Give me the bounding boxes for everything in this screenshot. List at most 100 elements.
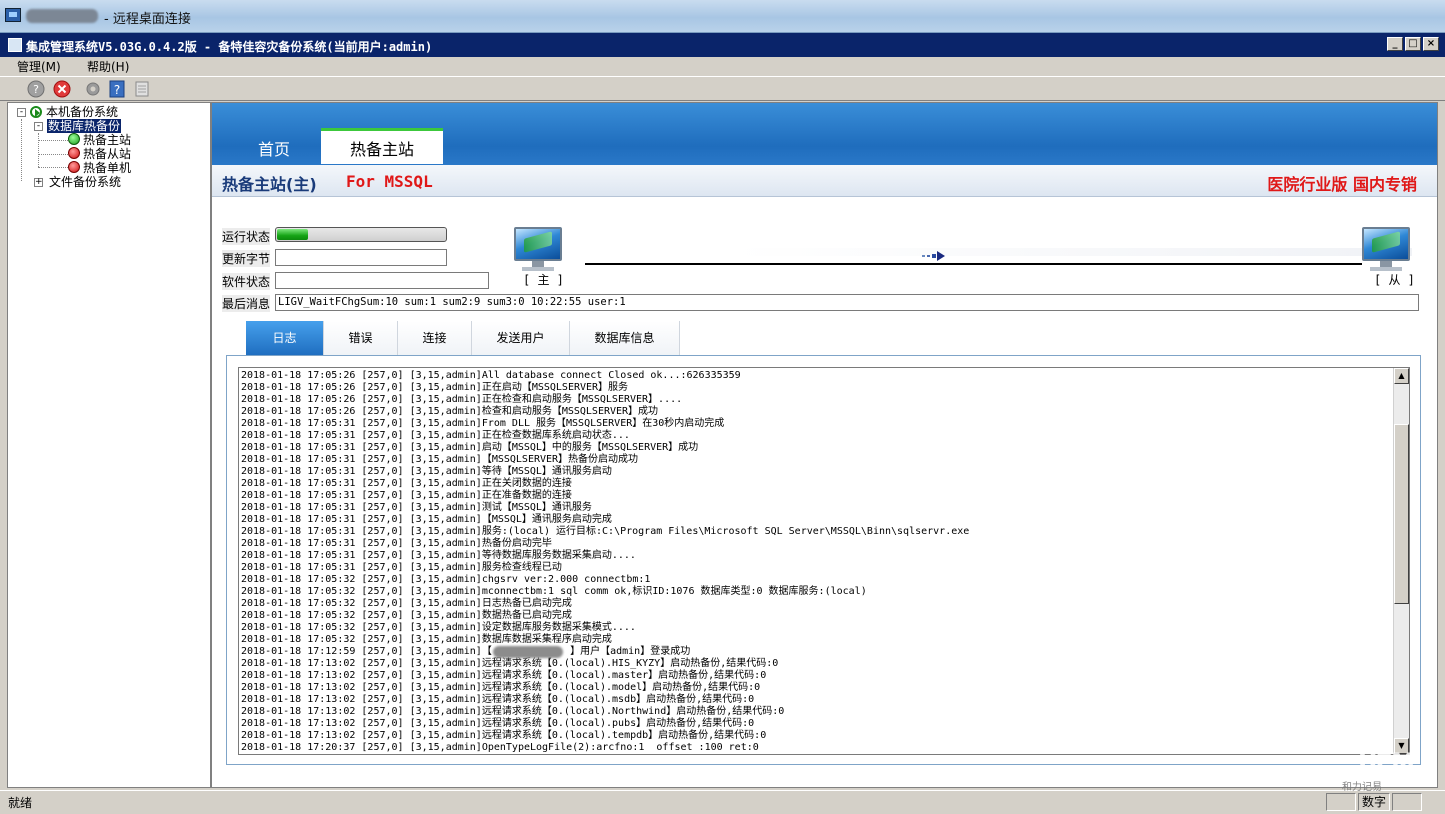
status-green-icon [68,133,80,145]
document-icon[interactable] [133,80,151,98]
slave-label: [ 从 ] [1374,273,1415,287]
status-bar: 就绪 数字 [0,790,1445,814]
log-line: 2018-01-18 17:05:31 [257,0] [3,15,admin]… [241,442,699,453]
link-line [585,263,1362,265]
run-status-progress-fill [277,229,308,240]
bytes-field [275,249,447,266]
tree-item-hot-master[interactable]: 热备主站 [83,133,131,147]
log-line: 2018-01-18 17:05:32 [257,0] [3,15,admin]… [241,622,636,633]
log-line: 2018-01-18 17:13:02 [257,0] [3,15,admin]… [241,658,779,669]
page-subtitle: For MSSQL [346,172,433,191]
page-header: 热备主站(主) For MSSQL 医院行业版 国内专销 [212,165,1437,197]
tab-send-users[interactable]: 发送用户 [472,321,570,355]
play-icon [30,106,42,118]
status-panel-empty [1392,793,1422,811]
menu-help[interactable]: 帮助(H) [87,58,129,75]
edition-label: 医院行业版 国内专销 [1267,175,1417,194]
tab-db-info[interactable]: 数据库信息 [570,321,680,355]
log-line: 2018-01-18 17:05:26 [257,0] [3,15,admin]… [241,370,741,381]
log-line: 2018-01-18 17:13:02 [257,0] [3,15,admin]… [241,730,767,741]
log-line: 2018-01-18 17:05:26 [257,0] [3,15,admin]… [241,406,659,417]
remote-desktop-icon [5,8,21,22]
tree-item-local-backup[interactable]: 本机备份系统 [46,105,118,119]
tree-expander-db[interactable]: - [34,122,43,131]
log-line: 2018-01-18 17:05:32 [257,0] [3,15,admin]… [241,574,651,585]
run-status-label: 运行状态 [222,228,271,245]
log-line: 2018-01-18 17:13:02 [257,0] [3,15,admin]… [241,718,755,729]
log-line: 2018-01-18 17:13:02 [257,0] [3,15,admin]… [241,670,767,681]
close-icon[interactable] [53,80,71,98]
slave-monitor-icon [1360,227,1412,271]
rdp-title-bar: - 远程桌面连接 [0,0,1445,33]
tree-expander-file[interactable]: + [34,178,43,187]
bytes-label: 更新字节 [222,250,271,267]
page-title: 热备主站(主) [222,175,317,194]
menu-bar: 管理(M) 帮助(H) [0,57,1445,76]
blue-banner: 首页 热备主站 [212,103,1437,165]
log-line: 2018-01-18 17:05:32 [257,0] [3,15,admin]… [241,586,867,597]
app-icon [8,38,22,52]
log-line: 2018-01-18 17:05:31 [257,0] [3,15,admin]… [241,454,639,465]
tree-item-db-hot-backup[interactable]: 数据库热备份 [47,119,122,133]
status-text: 就绪 [8,796,33,810]
log-line: 2018-01-18 17:05:31 [257,0] [3,15,admin]… [241,490,572,501]
log-scrollbar[interactable]: ▲ ▼ [1393,368,1409,754]
app-title-text: 集成管理系统V5.03G.0.4.2版 - 备特佳容灾备份系统(当前用户:adm… [26,40,433,54]
tab-hot-master[interactable]: 热备主站 [321,128,443,164]
settings-icon[interactable] [84,80,102,98]
log-line: 2018-01-18 17:05:31 [257,0] [3,15,admin]… [241,418,725,429]
scroll-thumb[interactable] [1394,424,1409,604]
status-num-indicator: 数字 [1358,793,1390,811]
tree-item-file-backup[interactable]: 文件备份系统 [49,175,121,189]
toolbar: ? ? [0,76,1445,101]
run-status-progress [275,227,447,242]
tree-item-hot-slave[interactable]: 热备从站 [83,147,131,161]
menu-manage[interactable]: 管理(M) [17,58,61,75]
log-line: 2018-01-18 17:05:31 [257,0] [3,15,admin]… [241,430,630,441]
watermark-sub: 和力记易 [1342,782,1382,793]
tab-home[interactable]: 首页 [232,128,316,164]
log-line: 2018-01-18 17:05:32 [257,0] [3,15,admin]… [241,610,572,621]
log-line: 2018-01-18 17:05:31 [257,0] [3,15,admin]… [241,550,636,561]
redacted-host [26,9,98,23]
last-message-field: LIGV_WaitFChgSum:10 sum:1 sum2:9 sum3:0 … [275,294,1419,311]
close-button[interactable]: × [1423,37,1439,51]
status-red-icon [68,147,80,159]
log-line: 2018-01-18 17:05:32 [257,0] [3,15,admin]… [241,634,612,645]
software-status-label: 软件状态 [222,273,271,290]
log-line: 2018-01-18 17:05:31 [257,0] [3,15,admin]… [241,466,612,477]
minimize-button[interactable]: _ [1387,37,1403,51]
log-textarea[interactable]: 2018-01-18 17:05:26 [257,0] [3,15,admin]… [238,367,1410,755]
svg-text:?: ? [114,83,120,97]
log-line: 2018-01-18 17:05:31 [257,0] [3,15,admin]… [241,526,970,537]
system-tree: - 本机备份系统 - 数据库热备份 热备主站 热备从站 热备单机 + 文件备份系… [7,102,211,788]
log-line: 2018-01-18 17:20:37 [257,0] [3,15,admin]… [241,742,759,753]
log-line: 2018-01-18 17:13:02 [257,0] [3,15,admin]… [241,706,785,717]
watermark: UPM 和力记易 [1340,748,1440,793]
question-icon[interactable]: ? [108,80,126,98]
rdp-title-text: - 远程桌面连接 [104,12,191,27]
scroll-up-button[interactable]: ▲ [1394,368,1409,384]
log-frame: 2018-01-18 17:05:26 [257,0] [3,15,admin]… [226,355,1421,765]
status-panel-empty [1326,793,1356,811]
log-line: 2018-01-18 17:05:31 [257,0] [3,15,admin]… [241,538,552,549]
watermark-logo: UPM [1358,748,1415,776]
status-red-icon [68,161,80,173]
help-icon[interactable]: ? [27,80,45,98]
maximize-button[interactable]: □ [1405,37,1421,51]
tab-log[interactable]: 日志 [246,321,324,355]
tab-connections[interactable]: 连接 [398,321,472,355]
svg-text:?: ? [33,83,39,96]
log-lines: 2018-01-18 17:05:26 [257,0] [3,15,admin]… [241,370,969,754]
tree-expander-root[interactable]: - [17,108,26,117]
tree-item-hot-standalone[interactable]: 热备单机 [83,161,131,175]
master-label: [ 主 ] [523,273,564,287]
master-monitor-icon [512,227,564,271]
log-line: 2018-01-18 17:05:31 [257,0] [3,15,admin]… [241,478,572,489]
log-line: 2018-01-18 17:05:31 [257,0] [3,15,admin]… [241,502,592,513]
log-line: 2018-01-18 17:13:02 [257,0] [3,15,admin]… [241,694,755,705]
log-line: 2018-01-18 17:13:02 [257,0] [3,15,admin]… [241,682,761,693]
last-message-label: 最后消息 [222,295,271,312]
log-line: 2018-01-18 17:05:32 [257,0] [3,15,admin]… [241,598,572,609]
tab-errors[interactable]: 错误 [324,321,398,355]
